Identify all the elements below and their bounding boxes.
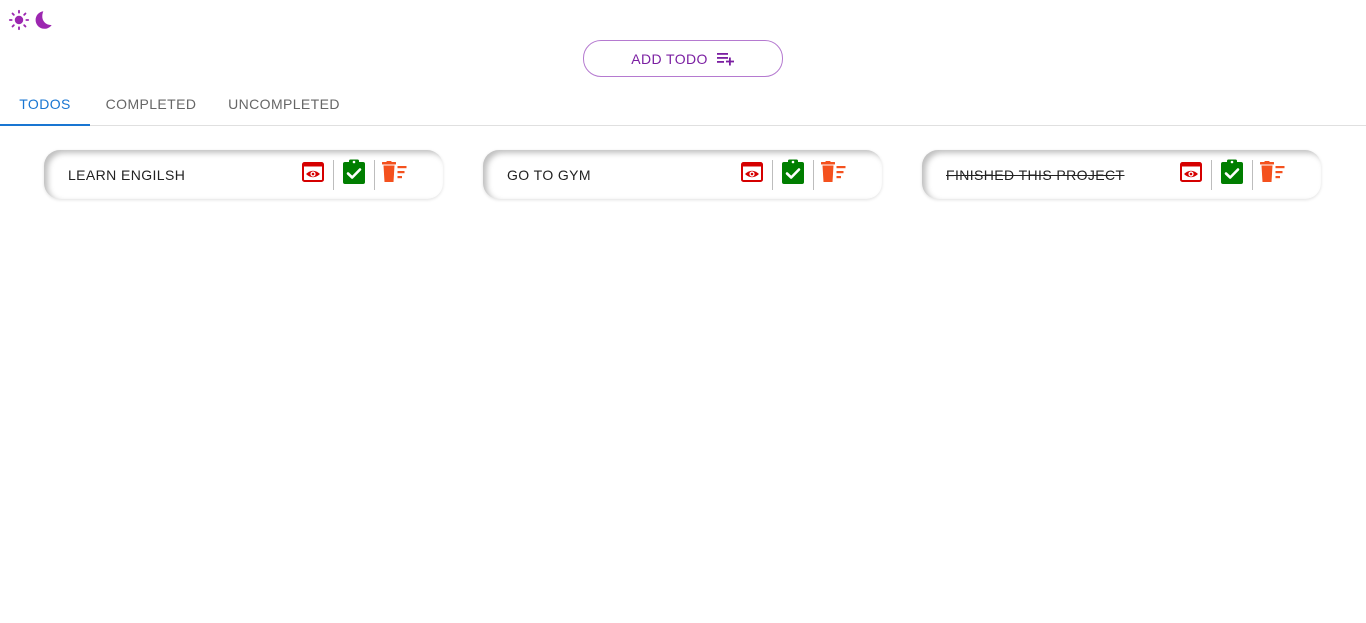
todo-actions — [293, 159, 415, 190]
complete-button[interactable] — [1212, 159, 1252, 190]
todo-card: LEARN ENGILSH — [44, 150, 443, 199]
delete-button[interactable] — [814, 160, 854, 190]
delete-button[interactable] — [375, 160, 415, 190]
eye-icon — [1179, 160, 1203, 189]
tab-todos[interactable]: TODOS — [0, 82, 90, 126]
tab-bar: TODOS COMPLETED UNCOMPLETED — [0, 82, 1366, 126]
view-button[interactable] — [732, 160, 772, 190]
tab-label: TODOS — [19, 95, 71, 112]
sun-icon — [8, 9, 30, 31]
todo-title: FINISHED THIS PROJECT — [946, 166, 1125, 183]
tab-uncompleted[interactable]: UNCOMPLETED — [212, 82, 356, 125]
view-button[interactable] — [1171, 160, 1211, 190]
todo-card: FINISHED THIS PROJECT — [922, 150, 1321, 199]
todo-card: GO TO GYM — [483, 150, 882, 199]
todo-title: GO TO GYM — [507, 166, 591, 183]
tab-completed[interactable]: COMPLETED — [90, 82, 212, 125]
playlist-add-icon — [716, 52, 735, 66]
clipboard-check-icon — [342, 159, 366, 190]
todo-title: LEARN ENGILSH — [68, 166, 186, 183]
theme-toggle[interactable] — [8, 7, 54, 33]
delete-sweep-icon — [382, 161, 408, 188]
tab-label: UNCOMPLETED — [228, 95, 340, 112]
todo-actions — [1171, 159, 1293, 190]
todo-actions — [732, 159, 854, 190]
delete-sweep-icon — [1260, 161, 1286, 188]
delete-button[interactable] — [1253, 160, 1293, 190]
complete-button[interactable] — [773, 159, 813, 190]
delete-sweep-icon — [821, 161, 847, 188]
tab-label: COMPLETED — [105, 95, 197, 112]
moon-icon — [30, 9, 52, 31]
eye-icon — [301, 160, 325, 189]
eye-icon — [740, 160, 764, 189]
clipboard-check-icon — [1220, 159, 1244, 190]
complete-button[interactable] — [334, 159, 374, 190]
add-todo-label: ADD TODO — [631, 50, 708, 67]
view-button[interactable] — [293, 160, 333, 190]
clipboard-check-icon — [781, 159, 805, 190]
add-todo-button[interactable]: ADD TODO — [583, 40, 783, 77]
todo-list: LEARN ENGILSH GO TO GYM FINISHED THIS PR… — [44, 150, 1321, 199]
